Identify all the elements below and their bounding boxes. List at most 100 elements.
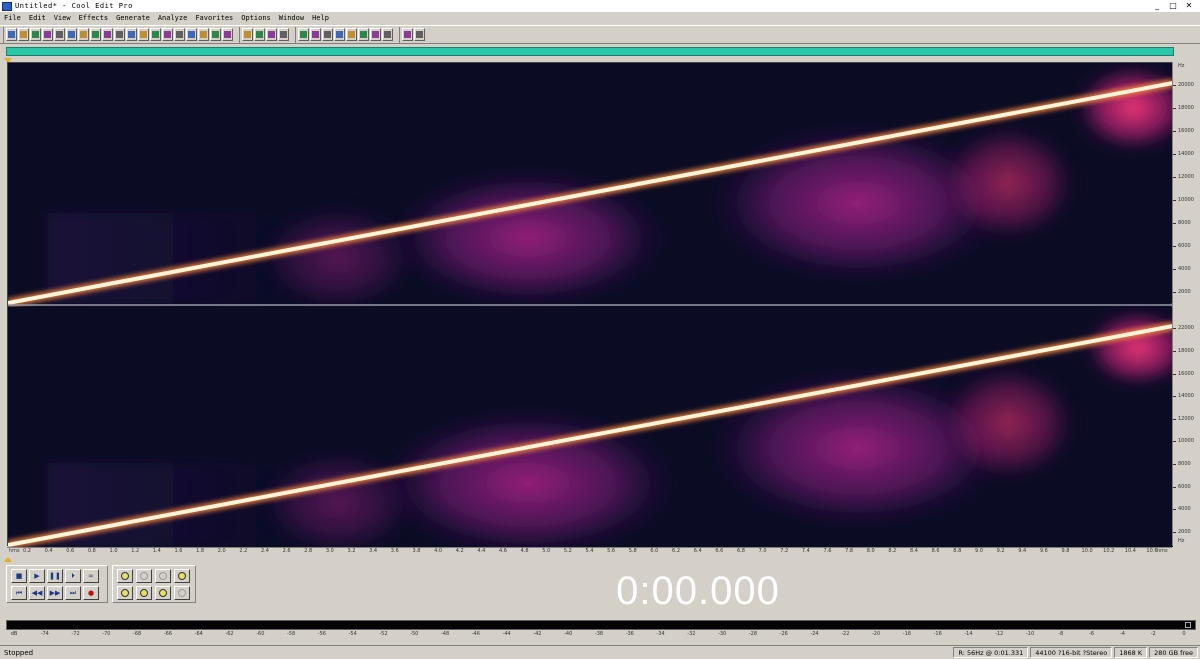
time-tick-label: 10.6 xyxy=(1146,548,1158,554)
mono-button[interactable] xyxy=(198,28,209,41)
open-button[interactable] xyxy=(18,28,29,41)
range-button[interactable] xyxy=(334,28,345,41)
status-bar: Stopped R: 56Hz @ 0:01.331 44100 ?16-bit… xyxy=(0,645,1200,659)
playhead-marker-icon[interactable] xyxy=(4,557,12,562)
play-button[interactable]: ▶ xyxy=(29,569,45,583)
save-all-icon xyxy=(44,31,51,38)
loop-play-button[interactable]: ∞ xyxy=(83,569,99,583)
cue-button[interactable] xyxy=(322,28,333,41)
minimize-button[interactable]: _ xyxy=(1152,1,1162,10)
new-button[interactable] xyxy=(6,28,17,41)
spectral-view[interactable] xyxy=(7,62,1173,547)
level-meter[interactable]: dB -74 -72 -70 -68 -66 -64 -62 -60 -58 -56 -54 -52 -5… xyxy=(6,620,1196,642)
x-unit-label-end: hms xyxy=(1157,548,1168,554)
menu-view[interactable]: View xyxy=(54,14,71,22)
go-end-button[interactable]: ⏭ xyxy=(65,586,81,600)
maximize-button[interactable]: □ xyxy=(1168,1,1178,10)
go-start-button[interactable]: ⏮ xyxy=(11,586,27,600)
time-tick-label: 3.4 xyxy=(369,548,378,554)
meter-tick-label: -58 xyxy=(287,631,296,637)
mix-button[interactable] xyxy=(162,28,173,41)
ch1-tick: 16000 xyxy=(1173,128,1194,134)
meter-tick-label: -10 xyxy=(1025,631,1035,637)
stop-button[interactable]: ■ xyxy=(11,569,27,583)
time-tick-label: 4.4 xyxy=(477,548,486,554)
time-ruler[interactable]: hms 0.2 0.4 0.6 0.8 1.0 1.2 1.4 1.6 1.8 2.0 2.2 2.4… xyxy=(7,547,1172,557)
spectral-view-button[interactable] xyxy=(254,28,265,41)
play-button[interactable] xyxy=(222,28,233,41)
loop-button[interactable] xyxy=(174,28,185,41)
time-tick-label: 5.6 xyxy=(607,548,616,554)
zoom-in-left-button[interactable] xyxy=(117,586,133,600)
undo-button[interactable] xyxy=(114,28,125,41)
time-tick-label: 8.4 xyxy=(910,548,918,554)
time-tick-label: 4.0 xyxy=(434,548,443,554)
meter-tick-label: 0 xyxy=(1182,631,1186,637)
pan-view-button[interactable] xyxy=(266,28,277,41)
find-button[interactable] xyxy=(346,28,357,41)
time-tick-label: 1.2 xyxy=(131,548,140,554)
zoom-in-vertical-button[interactable] xyxy=(117,569,133,583)
menu-edit[interactable]: Edit xyxy=(29,14,46,22)
select-button[interactable] xyxy=(150,28,161,41)
menu-file[interactable]: File xyxy=(4,14,21,22)
delete-button[interactable] xyxy=(138,28,149,41)
meter-tick-label: -70 xyxy=(102,631,111,637)
ch1-tick: 10000 xyxy=(1173,197,1194,203)
paste-button[interactable] xyxy=(90,28,101,41)
mix-paste-button[interactable] xyxy=(102,28,113,41)
overview-bar[interactable] xyxy=(6,47,1174,56)
paste-icon xyxy=(92,31,99,38)
zoom-full-button[interactable] xyxy=(155,569,171,583)
level-meter-bar xyxy=(6,620,1196,630)
rewind-button[interactable]: ◀◀ xyxy=(29,586,45,600)
zoom-in-button[interactable] xyxy=(174,569,190,583)
save-all-button[interactable] xyxy=(42,28,53,41)
phase-view-button[interactable] xyxy=(278,28,289,41)
menu-analyze[interactable]: Analyze xyxy=(158,14,188,22)
zoom-in-right-button[interactable] xyxy=(136,586,152,600)
mix-paste-icon xyxy=(104,31,111,38)
insert-button[interactable] xyxy=(186,28,197,41)
menu-effects[interactable]: Effects xyxy=(79,14,109,22)
help-button[interactable] xyxy=(414,28,425,41)
cut-button[interactable] xyxy=(66,28,77,41)
menu-help[interactable]: Help xyxy=(312,14,329,22)
trim-button[interactable] xyxy=(126,28,137,41)
menu-generate[interactable]: Generate xyxy=(116,14,150,22)
ch1-tick: 2000 xyxy=(1173,289,1191,295)
snap-button[interactable] xyxy=(298,28,309,41)
meter-tick-label: -48 xyxy=(440,631,450,637)
tick-label: 18000 xyxy=(1178,104,1194,111)
ch2-tick: 12000 xyxy=(1173,416,1194,422)
zoom-out-button[interactable] xyxy=(155,586,171,600)
close-window-button[interactable]: ✕ xyxy=(1184,1,1194,10)
marker-button[interactable] xyxy=(370,28,381,41)
zoom-out-vertical-button[interactable] xyxy=(136,569,152,583)
fast-forward-button[interactable]: ▶▶ xyxy=(47,586,63,600)
favorites-button[interactable] xyxy=(402,28,413,41)
title-bar: Untitled* - Cool Edit Pro _ □ ✕ xyxy=(0,0,1200,12)
window-title: Untitled* - Cool Edit Pro xyxy=(15,2,133,10)
channel-1 xyxy=(8,63,1173,313)
tick-label: 16000 xyxy=(1178,370,1194,377)
record-button[interactable]: ● xyxy=(83,586,99,600)
meter-tick-label: -66 xyxy=(163,631,173,637)
pause-button[interactable]: ❚❚ xyxy=(47,569,63,583)
menu-options[interactable]: Options xyxy=(241,14,271,22)
zoom-fit-button[interactable] xyxy=(358,28,369,41)
time-tick-label: 8.8 xyxy=(953,548,962,554)
meter-tick-label: -14 xyxy=(964,631,973,637)
zoom-selection-button[interactable] xyxy=(174,586,190,600)
waveform-view-button[interactable] xyxy=(242,28,253,41)
close-button[interactable] xyxy=(54,28,65,41)
menu-window[interactable]: Window xyxy=(279,14,304,22)
record-button[interactable] xyxy=(210,28,221,41)
save-button[interactable] xyxy=(30,28,41,41)
copy-button[interactable] xyxy=(78,28,89,41)
spectrogram[interactable] xyxy=(8,63,1173,547)
region-button[interactable] xyxy=(382,28,393,41)
play-to-end-button[interactable]: ⏵ xyxy=(65,569,81,583)
grid-button[interactable] xyxy=(310,28,321,41)
menu-favorites[interactable]: Favorites xyxy=(195,14,233,22)
